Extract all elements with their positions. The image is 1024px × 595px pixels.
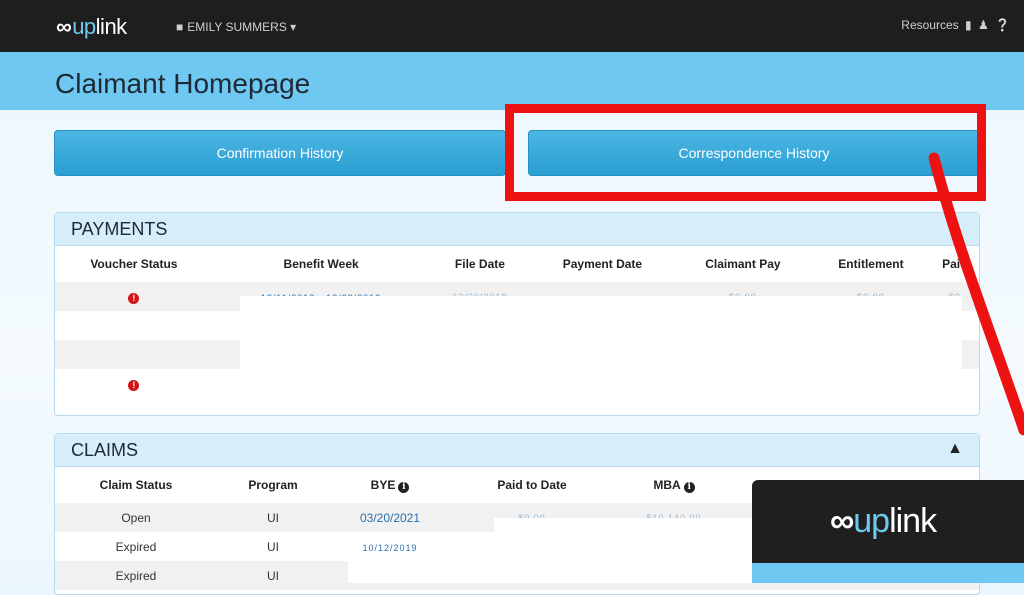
arrow-stroke [928, 152, 1024, 436]
logo-up: up [853, 502, 890, 540]
logo-card-logo: ∞uplink [830, 502, 937, 541]
logo-infinity: ∞ [830, 502, 854, 540]
uplink-logo-card: ∞uplink [752, 480, 1024, 583]
logo-link: link [889, 502, 937, 540]
logo-card-strip [752, 563, 1024, 583]
